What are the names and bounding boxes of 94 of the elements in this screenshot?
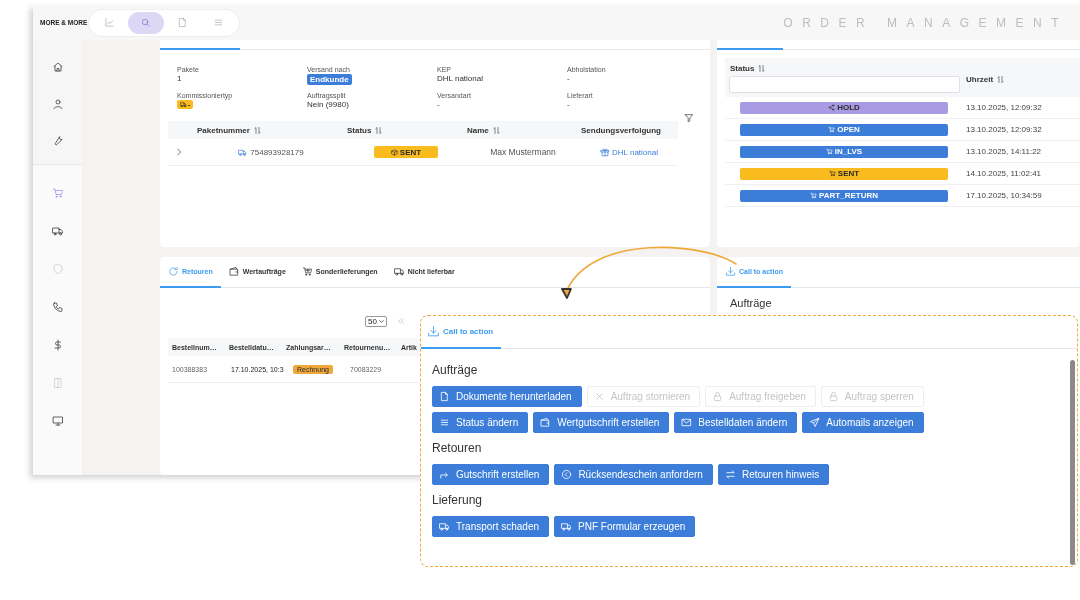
action-button[interactable]: Status ändern bbox=[432, 412, 529, 433]
field-value: 1 bbox=[177, 74, 182, 83]
scrollbar[interactable] bbox=[1070, 360, 1075, 565]
list-icon bbox=[439, 417, 450, 428]
lock-icon bbox=[827, 391, 839, 402]
column-header[interactable]: Status bbox=[347, 125, 372, 135]
cart-icon bbox=[828, 170, 836, 177]
send-icon bbox=[809, 417, 821, 428]
mail-icon bbox=[681, 417, 693, 428]
sort-icon[interactable] bbox=[996, 75, 1006, 84]
action-button[interactable]: Bestelldaten ändern bbox=[674, 412, 798, 433]
list-icon bbox=[213, 17, 225, 28]
column-header[interactable]: Sendungsverfolgung bbox=[581, 125, 661, 135]
sort-icon[interactable] bbox=[757, 64, 767, 73]
section-heading: Aufträge bbox=[432, 363, 479, 377]
cart-icon bbox=[825, 148, 833, 155]
action-button[interactable]: Rücksendeschein anfordern bbox=[554, 464, 713, 485]
caret-icon bbox=[377, 317, 385, 325]
badge-text: HOLD bbox=[837, 103, 860, 112]
badge-text: IN_LVS bbox=[834, 147, 863, 156]
action-button[interactable]: Dokumente herunterladen bbox=[432, 386, 582, 407]
field-value: - bbox=[567, 74, 570, 83]
document-icon bbox=[439, 391, 450, 402]
search-icon bbox=[140, 17, 152, 28]
table-cell-text: 13.10.2025, 14:11:22 bbox=[965, 147, 1042, 156]
cart-icon[interactable] bbox=[51, 187, 64, 199]
badge-text: SENT bbox=[837, 169, 860, 178]
lock-icon bbox=[712, 391, 724, 402]
column-header[interactable]: Uhrzeit bbox=[966, 75, 994, 84]
table-cell-text: 13.10.2025, 12:09:32 bbox=[965, 103, 1042, 112]
forward-arrow-icon bbox=[439, 469, 450, 480]
action-button[interactable]: PNF Formular erzeugen bbox=[554, 516, 696, 537]
truck-icon bbox=[561, 521, 572, 532]
circle-left-icon bbox=[561, 469, 573, 480]
table-cell-text: 13.10.2025, 12:09:32 bbox=[965, 125, 1042, 134]
sort-icon[interactable] bbox=[252, 125, 262, 135]
user-icon[interactable] bbox=[51, 97, 64, 110]
action-button[interactable]: Retouren hinweis bbox=[717, 464, 830, 485]
cart-icon bbox=[828, 126, 836, 133]
chart-icon bbox=[103, 17, 115, 28]
badge-text: SENT bbox=[399, 147, 422, 157]
column-header[interactable]: Status bbox=[730, 64, 755, 73]
cart-plus-icon bbox=[301, 266, 313, 277]
truck-icon[interactable] bbox=[51, 225, 64, 237]
phone-icon[interactable] bbox=[51, 301, 64, 313]
field-value: - bbox=[567, 100, 570, 109]
sort-icon[interactable] bbox=[491, 125, 501, 135]
filter-icon[interactable] bbox=[684, 113, 694, 123]
table-cell-text: 14.10.2025, 11:02:41 bbox=[965, 169, 1042, 178]
search-button[interactable] bbox=[127, 11, 164, 34]
tab[interactable]: Call to action bbox=[421, 316, 502, 349]
truck-icon bbox=[238, 147, 248, 157]
swap-icon bbox=[724, 469, 736, 480]
app-title: ORDER MANAGEMENT bbox=[783, 15, 1068, 30]
wallet-icon bbox=[540, 417, 552, 428]
badge-text: OPEN bbox=[837, 125, 860, 134]
table-cell: Max Mustermann bbox=[490, 147, 556, 157]
home-icon[interactable] bbox=[51, 60, 64, 73]
table-cell-text: 17.10.2025, 10:34:59 bbox=[965, 191, 1042, 200]
column-header[interactable]: Name bbox=[467, 125, 489, 135]
section-heading: Retouren bbox=[432, 441, 483, 455]
field-value: DHL national bbox=[437, 74, 483, 83]
tracking-link[interactable]: DHL national bbox=[600, 147, 658, 157]
column-header[interactable]: Paketnummer bbox=[197, 125, 250, 135]
action-button[interactable]: Gutschrift erstellen bbox=[432, 464, 550, 485]
action-button[interactable]: Transport schaden bbox=[432, 516, 549, 537]
section-heading: Aufträge bbox=[729, 296, 773, 309]
document-icon bbox=[176, 17, 188, 28]
download-icon bbox=[725, 266, 736, 277]
page-size-select[interactable]: 50 bbox=[365, 315, 387, 327]
action-button[interactable]: Wertgutschrift erstellen bbox=[533, 412, 670, 433]
filter-input[interactable] bbox=[729, 76, 960, 93]
box-icon bbox=[390, 148, 398, 156]
section-heading: Lieferung bbox=[432, 493, 484, 507]
field-value: - bbox=[437, 100, 440, 109]
action-button[interactable]: Automails anzeigen bbox=[802, 412, 924, 433]
wallet-icon bbox=[228, 266, 240, 277]
field-value: Nein (9980) bbox=[307, 100, 349, 109]
truck-icon bbox=[180, 101, 187, 108]
truck-icon bbox=[439, 521, 450, 532]
gift-icon bbox=[600, 147, 610, 157]
refresh-icon bbox=[168, 266, 179, 277]
share-icon bbox=[828, 104, 836, 111]
badge-text: PART_RETURN bbox=[819, 191, 878, 200]
first-page-icon[interactable] bbox=[396, 317, 405, 325]
monitor-icon[interactable] bbox=[51, 415, 64, 427]
download-icon bbox=[427, 325, 440, 338]
expand-chevron-icon[interactable] bbox=[174, 147, 184, 157]
close-icon bbox=[593, 391, 605, 402]
table-cell: 754893928179 bbox=[250, 147, 304, 157]
truck-icon bbox=[393, 266, 405, 277]
cart-icon bbox=[810, 192, 817, 199]
status-badge: Endkunde bbox=[307, 74, 352, 85]
sort-icon[interactable] bbox=[374, 125, 384, 135]
